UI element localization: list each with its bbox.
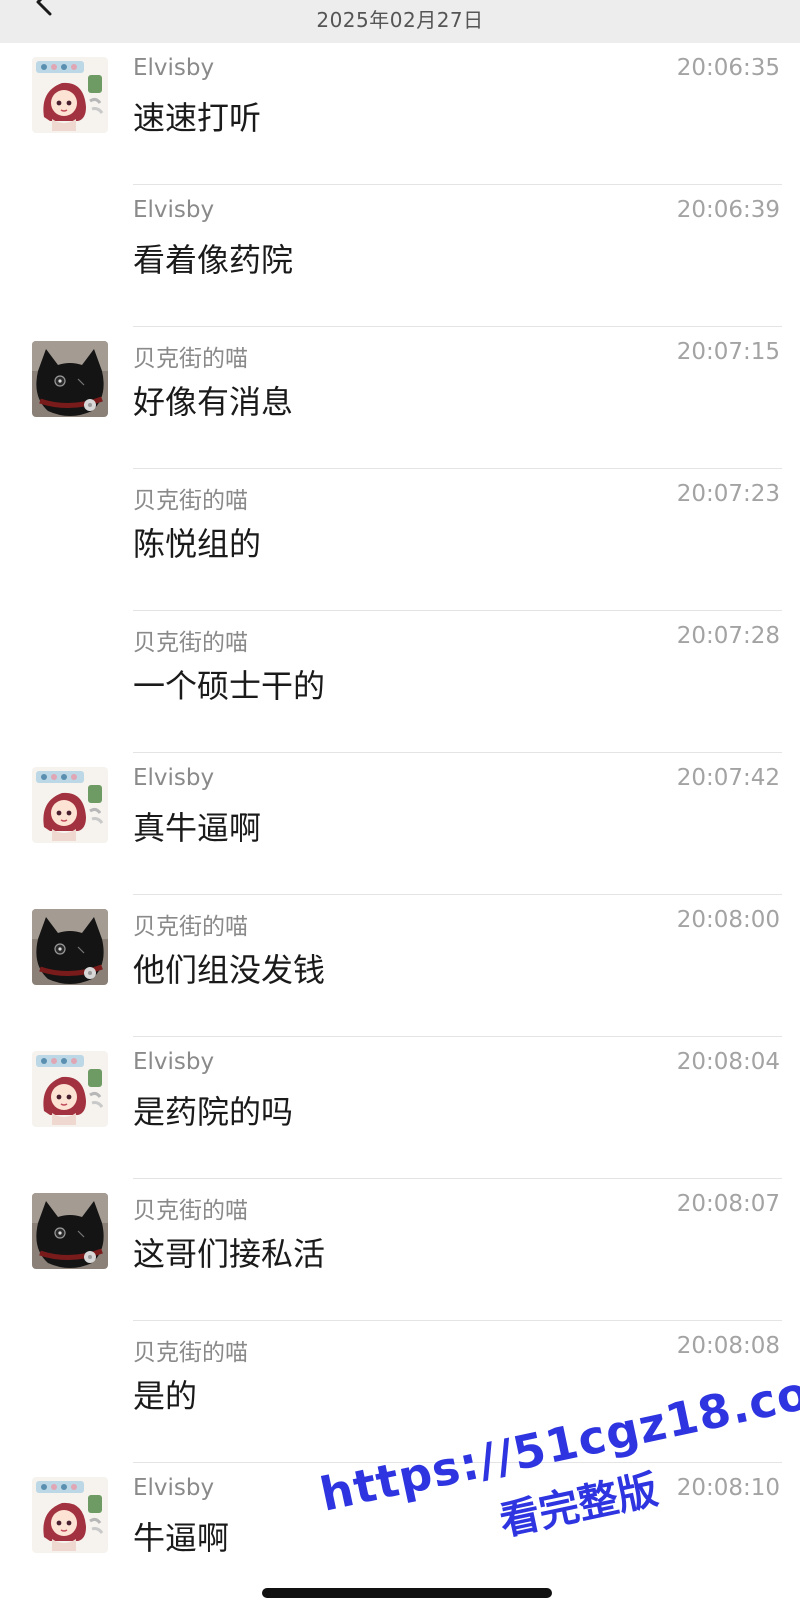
message-time: 20:06:39 (676, 197, 780, 223)
anime-girl-avatar[interactable] (32, 57, 108, 133)
message-text: 是药院的吗 (133, 1093, 294, 1131)
message-time: 20:07:42 (676, 765, 780, 791)
message-item[interactable]: 贝克街的喵 20:08:07 这哥们接私活 (0, 1179, 800, 1321)
message-item[interactable]: Elvisby 20:08:10 牛逼啊 (0, 1463, 800, 1601)
message-time: 20:07:23 (676, 481, 780, 507)
message-text: 真牛逼啊 (133, 809, 262, 847)
message-time: 20:07:28 (676, 623, 780, 649)
message-text: 陈悦组的 (133, 525, 262, 563)
message-time: 20:07:15 (676, 339, 780, 365)
home-indicator[interactable] (262, 1588, 552, 1598)
chat-history-screen: 2025年02月27日 Elvisby 20:06:35 速速打听 Elvisb… (0, 0, 800, 1601)
message-sender: 贝克街的喵 (133, 630, 248, 656)
message-time: 20:08:10 (676, 1475, 780, 1501)
black-cat-avatar[interactable] (32, 909, 108, 985)
message-sender: 贝克街的喵 (133, 1340, 248, 1366)
message-text: 速速打听 (133, 99, 262, 137)
message-text: 牛逼啊 (133, 1519, 230, 1557)
black-cat-avatar[interactable] (32, 1193, 108, 1269)
message-sender: Elvisby (133, 1475, 215, 1501)
message-item[interactable]: Elvisby 20:06:35 速速打听 (0, 43, 800, 185)
message-time: 20:08:00 (676, 907, 780, 933)
anime-girl-avatar[interactable] (32, 1051, 108, 1127)
message-sender: Elvisby (133, 1049, 215, 1075)
message-item[interactable]: 贝克街的喵 20:07:28 一个硕士干的 (0, 611, 800, 753)
message-text: 一个硕士干的 (133, 667, 326, 705)
message-sender: 贝克街的喵 (133, 488, 248, 514)
message-time: 20:08:07 (676, 1191, 780, 1217)
message-text: 看着像药院 (133, 241, 294, 279)
message-item[interactable]: 贝克街的喵 20:07:15 好像有消息 (0, 327, 800, 469)
message-sender: Elvisby (133, 55, 215, 81)
message-sender: Elvisby (133, 197, 215, 223)
message-sender: Elvisby (133, 765, 215, 791)
message-time: 20:08:04 (676, 1049, 780, 1075)
anime-girl-avatar[interactable] (32, 1477, 108, 1553)
message-item[interactable]: Elvisby 20:07:42 真牛逼啊 (0, 753, 800, 895)
message-time: 20:06:35 (676, 55, 780, 81)
message-time: 20:08:08 (676, 1333, 780, 1359)
message-sender: 贝克街的喵 (133, 346, 248, 372)
message-item[interactable]: Elvisby 20:06:39 看着像药院 (0, 185, 800, 327)
message-item[interactable]: Elvisby 20:08:04 是药院的吗 (0, 1037, 800, 1179)
message-sender: 贝克街的喵 (133, 1198, 248, 1224)
message-text: 是的 (133, 1377, 198, 1415)
message-text: 这哥们接私活 (133, 1235, 326, 1273)
anime-girl-avatar[interactable] (32, 767, 108, 843)
message-text: 好像有消息 (133, 383, 294, 421)
message-sender: 贝克街的喵 (133, 914, 248, 940)
message-item[interactable]: 贝克街的喵 20:08:08 是的 (0, 1321, 800, 1463)
message-item[interactable]: 贝克街的喵 20:07:23 陈悦组的 (0, 469, 800, 611)
message-text: 他们组没发钱 (133, 951, 326, 989)
message-list[interactable]: Elvisby 20:06:35 速速打听 Elvisby 20:06:39 看… (0, 43, 800, 1601)
header-bar: 2025年02月27日 (0, 0, 800, 43)
black-cat-avatar[interactable] (32, 341, 108, 417)
message-item[interactable]: 贝克街的喵 20:08:00 他们组没发钱 (0, 895, 800, 1037)
header-date: 2025年02月27日 (316, 8, 484, 32)
